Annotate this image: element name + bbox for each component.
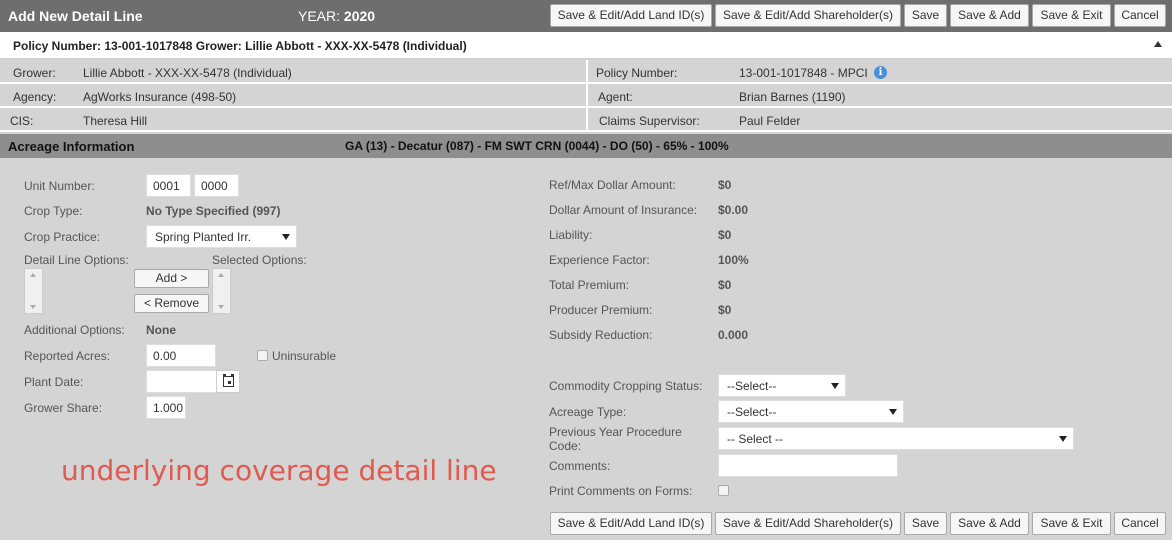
chevron-down-icon [1059, 436, 1067, 442]
previous-year-procedure-select[interactable]: -- Select -- [718, 427, 1074, 450]
reported-acres-input[interactable]: 0.00 [146, 344, 216, 367]
total-premium-label: Total Premium: [549, 278, 630, 292]
unit-number-label: Unit Number: [24, 179, 95, 193]
commodity-cropping-status-selected: --Select-- [727, 379, 777, 393]
commodity-cropping-status-select[interactable]: --Select-- [718, 374, 846, 397]
calendar-icon [223, 374, 234, 387]
detail-line-options-list[interactable] [24, 268, 43, 314]
crop-type-label: Crop Type: [24, 204, 83, 218]
save-edit-shareholder-button[interactable]: Save & Edit/Add Shareholder(s) [715, 4, 901, 27]
claims-supervisor-label: Claims Supervisor: [599, 114, 700, 128]
reported-acres-label: Reported Acres: [24, 349, 111, 363]
print-comments-checkbox[interactable] [718, 485, 729, 496]
previous-year-procedure-label: Previous Year Procedure Code: [549, 425, 682, 453]
liability-label: Liability: [549, 228, 593, 242]
chevron-down-icon [831, 383, 839, 389]
dollar-insurance-value: $0.00 [718, 203, 749, 217]
ref-max-dollar-value: $0 [718, 178, 732, 192]
total-premium-value: $0 [718, 278, 732, 292]
selected-options-list[interactable] [212, 268, 231, 314]
uninsurable-checkbox[interactable] [257, 350, 268, 361]
experience-factor-value: 100% [718, 253, 749, 267]
calendar-button[interactable] [216, 370, 240, 393]
info-icon[interactable]: i [874, 66, 887, 79]
agent-value: Brian Barnes (1190) [739, 90, 846, 104]
cancel-button[interactable]: Cancel [1114, 4, 1166, 27]
policy-number-label: Policy Number: [596, 66, 678, 80]
year-value: 2020 [343, 8, 376, 24]
producer-premium-value: $0 [718, 303, 732, 317]
policy-summary-bar[interactable]: Policy Number: 13-001-1017848 Grower: Li… [0, 32, 1172, 59]
crop-practice-select[interactable]: Spring Planted Irr. [146, 225, 297, 248]
grower-label: Grower: [13, 66, 56, 80]
save-button[interactable]: Save [904, 4, 947, 27]
info-divider [586, 60, 588, 132]
year-label: YEAR: [298, 8, 341, 24]
unit-number-input-1[interactable]: 0001 [146, 174, 191, 197]
acreage-title: Acreage Information [8, 139, 135, 154]
claims-supervisor-value: Paul Felder [739, 114, 801, 128]
collapse-icon[interactable] [1154, 41, 1162, 47]
bottom-save-edit-land-id-button[interactable]: Save & Edit/Add Land ID(s) [550, 512, 712, 535]
acreage-type-selected: --Select-- [727, 405, 777, 419]
plant-date-input[interactable] [146, 370, 217, 393]
selected-options-label: Selected Options: [212, 253, 307, 267]
scroll-down-icon[interactable] [218, 305, 224, 309]
bottom-save-button[interactable]: Save [904, 512, 947, 535]
scroll-up-icon[interactable] [30, 273, 36, 277]
bottom-save-edit-shareholder-button[interactable]: Save & Edit/Add Shareholder(s) [715, 512, 901, 535]
grower-share-input[interactable]: 1.000 [146, 396, 186, 419]
commodity-cropping-status-label: Commodity Cropping Status: [549, 379, 703, 393]
plant-date-label: Plant Date: [24, 375, 84, 389]
grower-share-label: Grower Share: [24, 401, 103, 415]
agency-value: AgWorks Insurance (498-50) [83, 90, 237, 104]
policy-number-value: 13-001-1017848 - MPCI [739, 66, 868, 80]
agent-label: Agent: [598, 90, 633, 104]
comments-label: Comments: [549, 459, 611, 473]
crop-type-value: No Type Specified (997) [146, 204, 281, 218]
save-add-button[interactable]: Save & Add [950, 4, 1029, 27]
grower-value: Lillie Abbott - XXX-XX-5478 (Individual) [83, 66, 292, 80]
unit-number-input-2[interactable]: 0000 [194, 174, 239, 197]
crop-practice-label: Crop Practice: [24, 230, 101, 244]
title-bar: Add New Detail Line YEAR: 2020 Save & Ed… [0, 0, 1172, 32]
previous-year-procedure-selected: -- Select -- [727, 432, 784, 446]
acreage-type-label: Acreage Type: [549, 405, 627, 419]
dollar-insurance-label: Dollar Amount of Insurance: [549, 203, 698, 217]
producer-premium-label: Producer Premium: [549, 303, 653, 317]
chevron-down-icon [282, 234, 290, 240]
uninsurable-label: Uninsurable [272, 349, 337, 363]
agency-label: Agency: [13, 90, 57, 104]
save-exit-button[interactable]: Save & Exit [1032, 4, 1111, 27]
cis-value: Theresa Hill [83, 114, 148, 128]
page-title: Add New Detail Line [8, 8, 143, 24]
additional-options-value: None [146, 323, 176, 337]
additional-options-label: Additional Options: [24, 323, 125, 337]
print-comments-label: Print Comments on Forms: [549, 484, 693, 498]
bottom-cancel-button[interactable]: Cancel [1114, 512, 1166, 535]
ref-max-dollar-label: Ref/Max Dollar Amount: [549, 178, 676, 192]
bottom-save-add-button[interactable]: Save & Add [950, 512, 1029, 535]
experience-factor-label: Experience Factor: [549, 253, 650, 267]
liability-value: $0 [718, 228, 732, 242]
add-option-button[interactable]: Add > [134, 269, 209, 288]
cis-label: CIS: [10, 114, 34, 128]
save-edit-land-id-button[interactable]: Save & Edit/Add Land ID(s) [550, 4, 712, 27]
bottom-save-exit-button[interactable]: Save & Exit [1032, 512, 1111, 535]
year-indicator: YEAR: 2020 [298, 8, 375, 24]
crop-practice-selected: Spring Planted Irr. [155, 230, 252, 244]
subsidy-reduction-label: Subsidy Reduction: [549, 328, 653, 342]
detail-line-options-label: Detail Line Options: [24, 253, 129, 267]
subsidy-reduction-value: 0.000 [718, 328, 749, 342]
remove-option-button[interactable]: < Remove [134, 294, 209, 313]
comments-input[interactable] [718, 454, 898, 477]
acreage-summary: GA (13) - Decatur (087) - FM SWT CRN (00… [345, 139, 729, 153]
scroll-down-icon[interactable] [30, 305, 36, 309]
annotation-text: underlying coverage detail line [61, 454, 497, 487]
policy-summary-text: Policy Number: 13-001-1017848 Grower: Li… [13, 39, 467, 53]
acreage-header: Acreage Information GA (13) - Decatur (0… [0, 134, 1172, 158]
acreage-type-select[interactable]: --Select-- [718, 400, 904, 423]
scroll-up-icon[interactable] [218, 273, 224, 277]
chevron-down-icon [889, 409, 897, 415]
